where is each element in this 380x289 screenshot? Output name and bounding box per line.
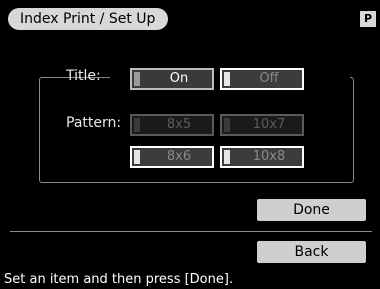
option-indicator <box>134 72 140 86</box>
pattern-option-10x7-label: 10x7 <box>252 117 286 132</box>
pattern-option-8x6[interactable]: 8x6 <box>130 146 214 168</box>
status-message: Set an item and then press [Done]. <box>4 272 234 287</box>
option-indicator <box>224 118 230 132</box>
title-option-off[interactable]: Off <box>220 68 304 90</box>
title-field-label: Title: <box>66 68 101 84</box>
title-option-on-label: On <box>169 71 189 86</box>
screen-title: Index Print / Set Up <box>20 11 156 27</box>
screen-title-tab: Index Print / Set Up <box>8 8 168 30</box>
title-option-off-label: Off <box>259 71 279 86</box>
mode-badge: P <box>360 11 376 27</box>
pattern-option-10x8[interactable]: 10x8 <box>220 146 304 168</box>
back-button[interactable]: Back <box>257 241 366 263</box>
option-indicator <box>134 150 140 164</box>
option-indicator <box>224 150 230 164</box>
pattern-option-8x6-label: 8x6 <box>166 149 192 164</box>
status-message-bar: Set an item and then press [Done]. <box>0 270 380 289</box>
pattern-option-8x5-label: 8x5 <box>166 117 192 132</box>
pattern-option-10x8-label: 10x8 <box>252 149 286 164</box>
pattern-option-10x7: 10x7 <box>220 114 304 136</box>
divider <box>10 231 372 232</box>
done-button[interactable]: Done <box>257 199 366 221</box>
pattern-field-label: Pattern: <box>66 115 122 131</box>
option-indicator <box>224 72 230 86</box>
pattern-option-8x5: 8x5 <box>130 114 214 136</box>
option-indicator <box>134 118 140 132</box>
title-option-on[interactable]: On <box>130 68 214 90</box>
